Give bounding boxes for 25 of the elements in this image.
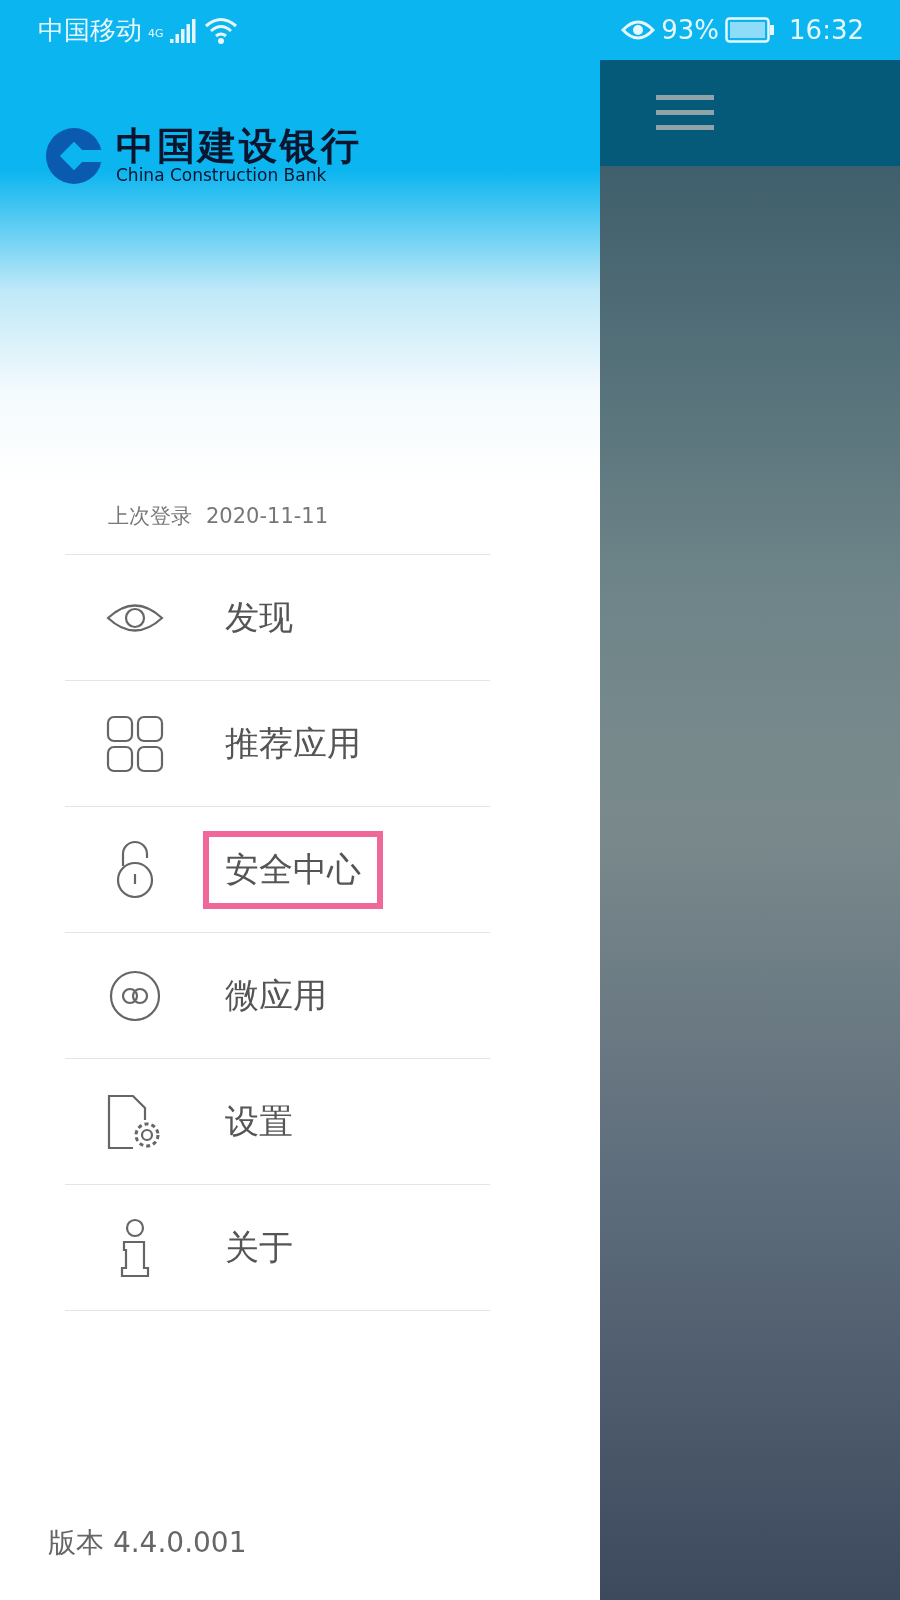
last-login-date: 2020-11-11 <box>206 504 329 528</box>
menu-item[interactable]: 推荐应用 <box>203 704 383 783</box>
clock-time: 16:32 <box>789 15 864 45</box>
menu-item[interactable]: 微应用 <box>203 956 349 1035</box>
menu-icon[interactable] <box>656 93 714 133</box>
bank-logo-icon <box>44 126 104 186</box>
grid-icon <box>106 714 164 773</box>
bank-name-english: China Construction Bank <box>116 164 327 186</box>
wifi-icon <box>203 16 238 44</box>
network-type: 4G <box>148 26 164 40</box>
info-icon <box>118 1217 152 1278</box>
bank-name: 中国建设银行 <box>116 126 362 165</box>
menu-item[interactable]: 安全中心 <box>203 830 383 909</box>
menu-item[interactable]: 关于 <box>203 1208 315 1287</box>
signal-icon <box>169 17 198 43</box>
eye-icon <box>621 18 656 42</box>
last-login-label: 上次登录 <box>108 503 192 530</box>
version-text: 版本 4.4.0.001 <box>48 1525 248 1561</box>
carrier-name: 中国移动 <box>38 13 142 47</box>
link-icon <box>109 969 161 1022</box>
menu-item[interactable]: 发现 <box>203 578 315 657</box>
lock-icon <box>115 839 155 900</box>
battery-icon <box>725 17 776 43</box>
battery-percent: 93% <box>661 15 720 45</box>
menu-item[interactable]: 设置 <box>203 1082 315 1161</box>
